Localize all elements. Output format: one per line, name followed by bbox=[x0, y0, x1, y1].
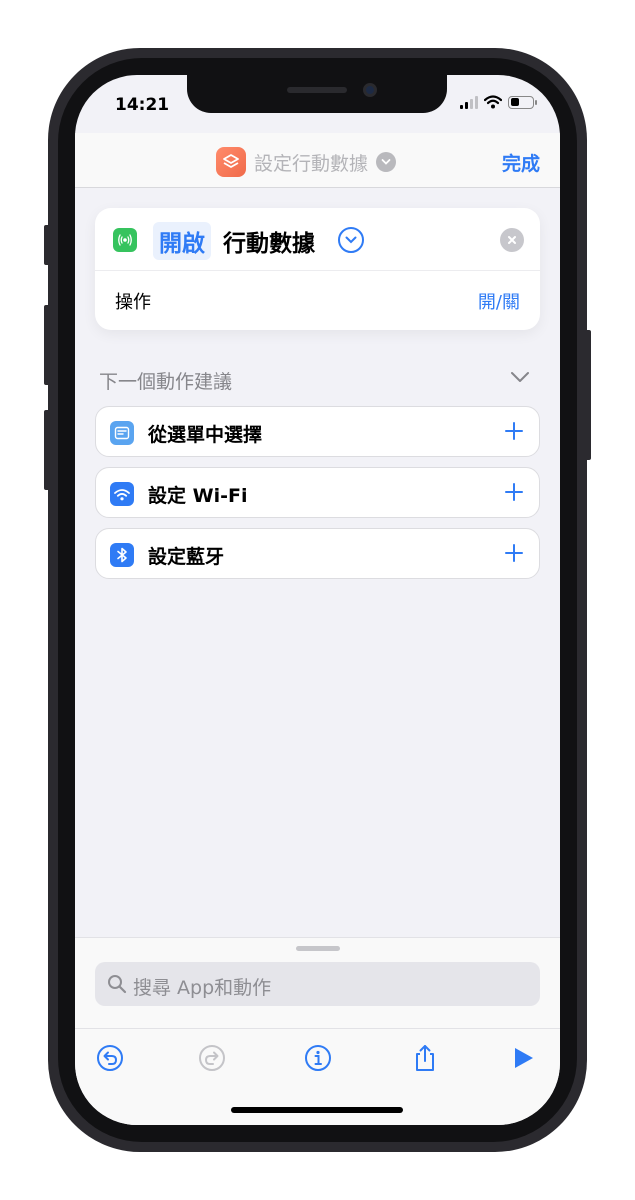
phone-screen: 14:21 設定行動數據 完成 開啟 行動數據 操作 開/關 下一個動作建議 從… bbox=[75, 75, 560, 1125]
menu-list-icon bbox=[110, 421, 134, 445]
operation-label: 操作 bbox=[115, 292, 151, 313]
status-time: 14:21 bbox=[115, 95, 170, 115]
action-card: 開啟 行動數據 操作 開/關 bbox=[95, 208, 540, 330]
collapse-chevron-icon[interactable] bbox=[510, 371, 530, 383]
done-button[interactable]: 完成 bbox=[502, 149, 540, 176]
expand-chevron-icon[interactable] bbox=[338, 227, 364, 253]
suggestion-label: 設定 Wi-Fi bbox=[148, 485, 248, 507]
wifi-icon bbox=[110, 482, 134, 506]
cellular-icon bbox=[113, 228, 137, 252]
signal-icon bbox=[460, 95, 478, 109]
nav-title-text: 設定行動數據 bbox=[254, 152, 369, 175]
suggestion-label: 從選單中選擇 bbox=[148, 424, 263, 446]
operation-value[interactable]: 開/關 bbox=[478, 288, 520, 314]
info-button[interactable] bbox=[302, 1042, 334, 1074]
battery-icon bbox=[508, 95, 537, 109]
plus-icon[interactable] bbox=[501, 540, 527, 566]
suggestions-header: 下一個動作建議 bbox=[99, 371, 233, 393]
plus-icon[interactable] bbox=[501, 418, 527, 444]
action-title: 行動數據 bbox=[223, 231, 315, 257]
suggestion-item-set-wifi[interactable]: 設定 Wi-Fi bbox=[95, 467, 540, 518]
search-field[interactable]: 搜尋 App和動作 bbox=[95, 962, 540, 1006]
redo-icon bbox=[199, 1045, 225, 1071]
nav-title[interactable]: 設定行動數據 bbox=[216, 147, 397, 177]
suggestion-item-set-bluetooth[interactable]: 設定藍牙 bbox=[95, 528, 540, 579]
search-placeholder: 搜尋 App和動作 bbox=[133, 977, 272, 999]
status-icons bbox=[460, 95, 537, 109]
share-button[interactable] bbox=[409, 1042, 441, 1074]
notch bbox=[187, 75, 447, 113]
toolbar-divider bbox=[75, 1028, 560, 1029]
close-icon[interactable] bbox=[500, 228, 524, 252]
bottom-sheet: 搜尋 App和動作 bbox=[75, 937, 560, 1125]
action-row: 開啟 行動數據 bbox=[95, 208, 540, 271]
home-indicator bbox=[231, 1107, 403, 1113]
suggestion-item-choose-from-menu[interactable]: 從選單中選擇 bbox=[95, 406, 540, 457]
share-icon bbox=[416, 1045, 434, 1071]
sheet-grabber[interactable] bbox=[296, 946, 340, 951]
play-icon bbox=[515, 1048, 533, 1068]
toggle-token[interactable]: 開啟 bbox=[153, 222, 211, 260]
undo-button[interactable] bbox=[94, 1042, 126, 1074]
bluetooth-icon bbox=[110, 543, 134, 567]
redo-button[interactable] bbox=[196, 1042, 228, 1074]
nav-bar: 設定行動數據 完成 bbox=[75, 133, 560, 188]
speaker bbox=[287, 87, 347, 93]
camera bbox=[363, 83, 377, 97]
undo-icon bbox=[97, 1045, 123, 1071]
wifi-status-icon bbox=[484, 95, 502, 109]
info-icon bbox=[305, 1045, 331, 1071]
suggestion-label: 設定藍牙 bbox=[148, 546, 225, 568]
chevron-down-icon[interactable] bbox=[376, 152, 397, 172]
search-icon bbox=[108, 975, 127, 994]
plus-icon[interactable] bbox=[501, 479, 527, 505]
run-button[interactable] bbox=[507, 1042, 539, 1074]
shortcuts-app-icon bbox=[216, 147, 246, 177]
